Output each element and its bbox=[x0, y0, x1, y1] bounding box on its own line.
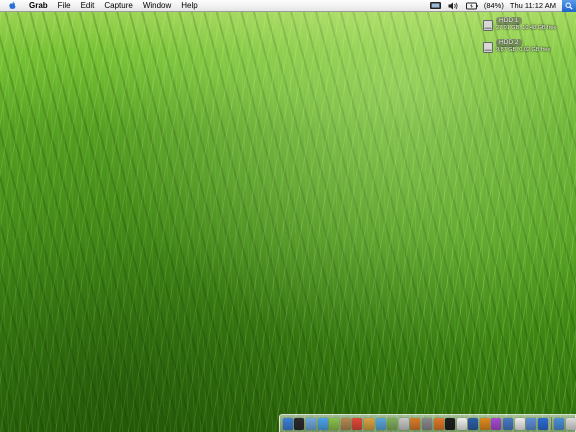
apple-icon[interactable] bbox=[8, 1, 18, 11]
finder-icon[interactable] bbox=[282, 417, 293, 430]
garageband-icon[interactable] bbox=[410, 417, 421, 430]
photoshop-icon[interactable] bbox=[468, 417, 479, 430]
volume-icon[interactable] bbox=[448, 1, 460, 10]
quicktime-icon[interactable] bbox=[537, 417, 548, 430]
menu-file[interactable]: File bbox=[53, 0, 76, 12]
hard-drive-icon bbox=[483, 18, 493, 31]
address-book-icon[interactable] bbox=[340, 417, 351, 430]
spotlight-icon[interactable] bbox=[562, 0, 576, 12]
display-icon[interactable] bbox=[430, 1, 442, 10]
battery-icon[interactable] bbox=[465, 1, 478, 10]
app-icon[interactable] bbox=[514, 417, 525, 430]
volume-hdd-1[interactable]: HDD 1 27.01 GB, 10.48 GB free bbox=[483, 17, 573, 35]
dock-separator bbox=[550, 417, 552, 430]
volume-hdd-2[interactable]: HDD 2 9.87 GB, 0.02 GB free bbox=[483, 39, 573, 57]
menu-edit[interactable]: Edit bbox=[76, 0, 100, 12]
network-icon[interactable] bbox=[503, 417, 514, 430]
desktop-wallpaper bbox=[0, 0, 576, 432]
menu-window[interactable]: Window bbox=[138, 0, 176, 12]
dashboard-icon[interactable] bbox=[294, 417, 305, 430]
system-preferences-icon[interactable] bbox=[421, 417, 432, 430]
preview-icon[interactable] bbox=[363, 417, 374, 430]
volume-name: HDD 2 bbox=[496, 39, 522, 47]
menu-extras: (84%) Thu 11:12 AM bbox=[427, 0, 576, 12]
ichat-icon[interactable] bbox=[329, 417, 340, 430]
dock bbox=[279, 414, 576, 432]
menu-app-name[interactable]: Grab bbox=[24, 0, 53, 12]
volume-info: 9.87 GB, 0.02 GB free bbox=[496, 47, 551, 53]
battery-percent: (84%) bbox=[483, 1, 504, 10]
hard-drive-icon bbox=[483, 40, 493, 53]
textedit-icon[interactable] bbox=[456, 417, 467, 430]
app-icon[interactable] bbox=[526, 417, 537, 430]
volume-name: HDD 1 bbox=[496, 17, 522, 25]
clock[interactable]: Thu 11:12 AM bbox=[507, 1, 559, 10]
safari-icon[interactable] bbox=[317, 417, 328, 430]
menu-bar: Grab File Edit Capture Window Help (84%)… bbox=[0, 0, 576, 12]
ical-icon[interactable] bbox=[352, 417, 363, 430]
app-icon[interactable] bbox=[566, 417, 576, 430]
menu-capture[interactable]: Capture bbox=[99, 0, 137, 12]
itunes-icon[interactable] bbox=[375, 417, 386, 430]
illustrator-icon[interactable] bbox=[479, 417, 490, 430]
iphoto-icon[interactable] bbox=[387, 417, 398, 430]
imovie-icon[interactable] bbox=[398, 417, 409, 430]
itunes-store-icon[interactable] bbox=[491, 417, 502, 430]
volume-info: 27.01 GB, 10.48 GB free bbox=[496, 25, 557, 31]
mail-icon[interactable] bbox=[305, 417, 316, 430]
menu-help[interactable]: Help bbox=[176, 0, 202, 12]
firefox-icon[interactable] bbox=[433, 417, 444, 430]
terminal-icon[interactable] bbox=[445, 417, 456, 430]
app-icon[interactable] bbox=[554, 417, 565, 430]
